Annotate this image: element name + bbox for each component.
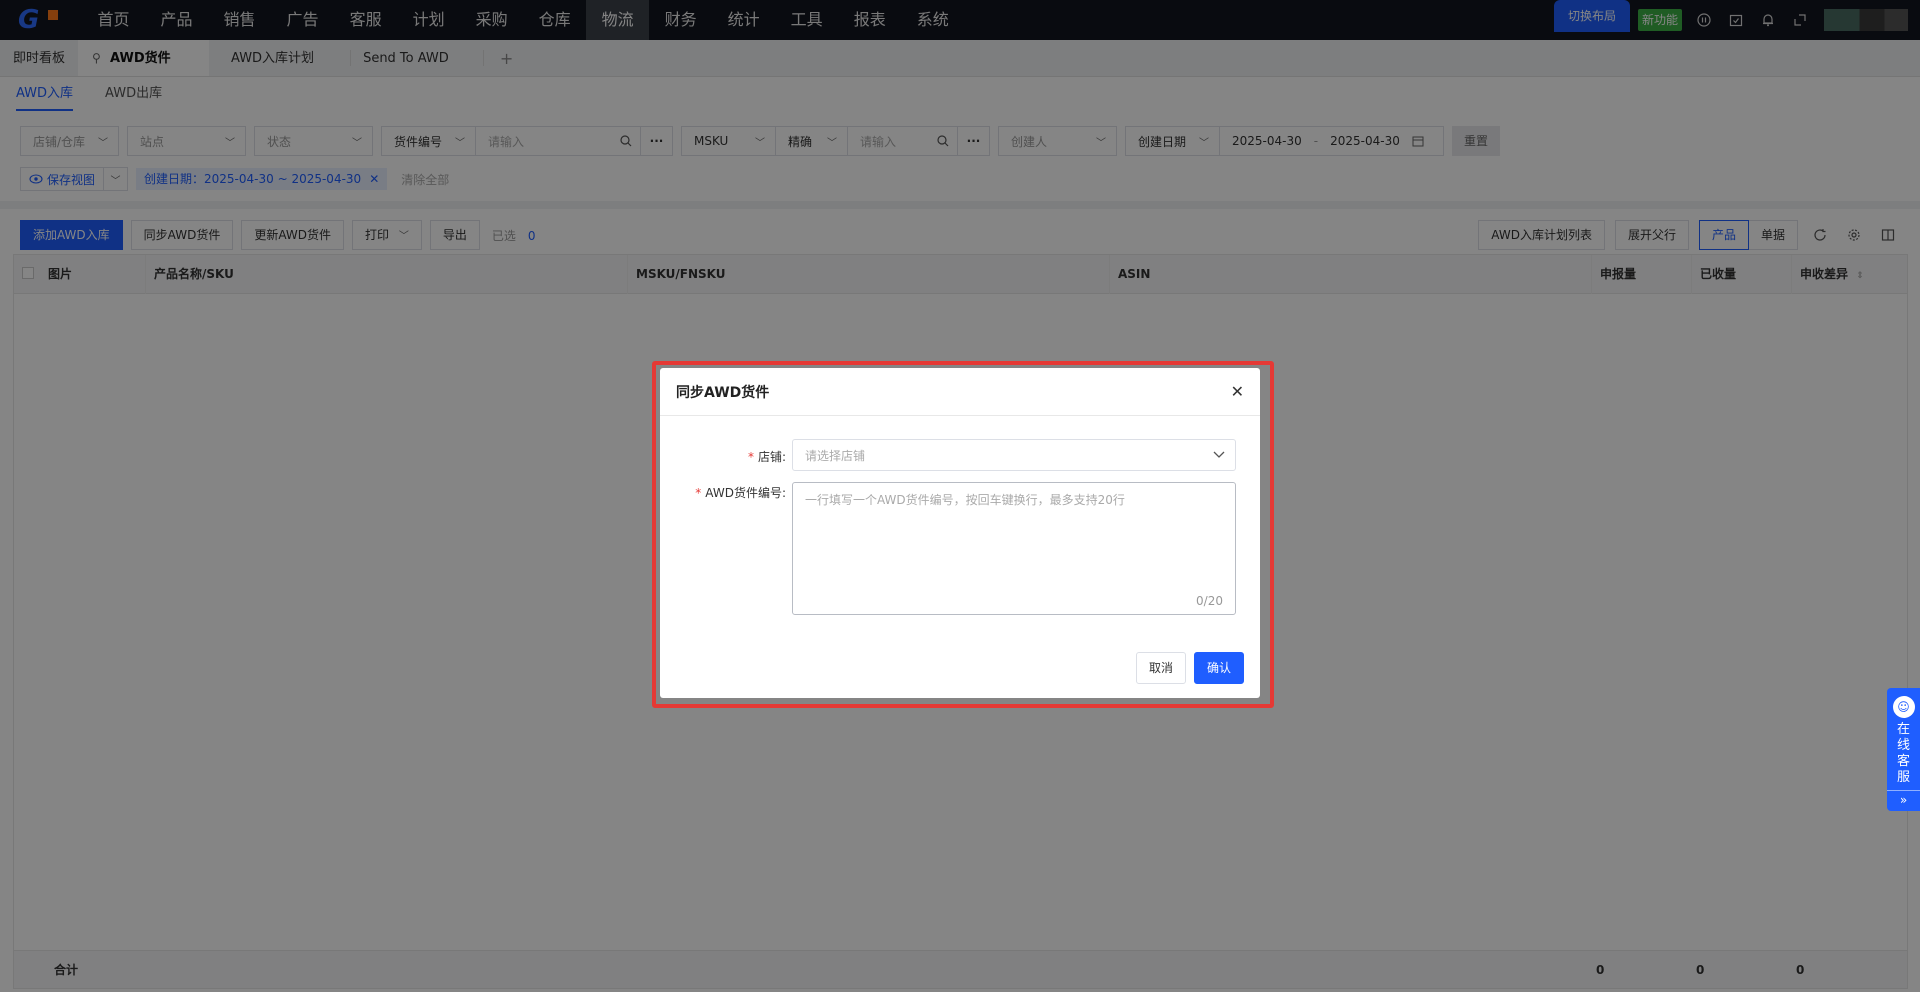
sync-awd-shipment-dialog: 同步AWD货件 ✕ * 店铺: 请选择店铺 * AWD货件编号: 一行填写一个AWD… <box>660 368 1260 698</box>
dialog-body: * 店铺: 请选择店铺 * AWD货件编号: 一行填写一个AWD货件编号，按回车键换… <box>660 416 1260 636</box>
support-label: 在线客服 <box>1896 722 1910 785</box>
support-avatar-icon: ☺ <box>1892 696 1915 718</box>
dialog-header: 同步AWD货件 ✕ <box>660 368 1260 416</box>
expand-icon[interactable]: » <box>1887 790 1920 807</box>
store-field-label: * 店铺: <box>748 448 786 465</box>
store-select[interactable]: 请选择店铺 <box>792 439 1236 471</box>
required-mark: * <box>747 450 754 464</box>
dialog-footer: 取消 确认 <box>1135 652 1244 684</box>
shipment-label-text: AWD货件编号: <box>705 486 786 500</box>
dialog-title: 同步AWD货件 <box>676 384 770 401</box>
confirm-button[interactable]: 确认 <box>1193 652 1244 684</box>
shipment-number-field-label: * AWD货件编号: <box>695 484 786 501</box>
select-placeholder: 请选择店铺 <box>805 448 866 463</box>
chevron-down-icon <box>1213 451 1225 458</box>
required-mark: * <box>695 486 702 500</box>
character-counter: 0/20 <box>1196 594 1223 608</box>
cancel-button[interactable]: 取消 <box>1135 652 1186 684</box>
store-label-text: 店铺: <box>757 450 786 464</box>
online-support-widget[interactable]: ☺ 在线客服 » <box>1887 688 1920 811</box>
shipment-number-textarea[interactable]: 一行填写一个AWD货件编号，按回车键换行，最多支持20行 0/20 <box>792 482 1236 615</box>
textarea-placeholder: 一行填写一个AWD货件编号，按回车键换行，最多支持20行 <box>805 493 1125 507</box>
close-icon[interactable]: ✕ <box>1231 382 1244 401</box>
